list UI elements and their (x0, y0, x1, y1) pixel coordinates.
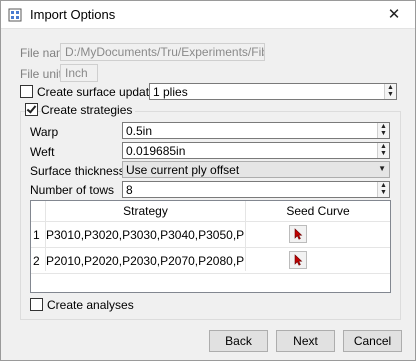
spin-up-icon[interactable]: ▲ (379, 123, 388, 130)
chevron-down-icon: ▼ (378, 164, 386, 173)
cancel-button[interactable]: Cancel (343, 330, 402, 352)
tows-label: Number of tows (30, 183, 115, 197)
import-options-dialog: Import Options ✕ File name D:/MyDocument… (0, 0, 416, 361)
spin-down-icon[interactable]: ▼ (379, 150, 388, 157)
table-row[interactable]: 2 P2010,P2020,P2030,P2070,P2080,P20... (31, 248, 390, 274)
thickness-offset-value: Use current ply offset (126, 163, 240, 177)
strategy-cell[interactable]: P3010,P3020,P3030,P3040,P3050,P30... (46, 228, 244, 242)
weft-value: 0.019685in (126, 144, 186, 158)
spin-up-icon[interactable]: ▲ (379, 143, 388, 150)
spin-arrows[interactable]: ▲ ▼ (377, 143, 389, 158)
spin-arrows[interactable]: ▲ ▼ (377, 182, 389, 197)
spin-up-icon[interactable]: ▲ (386, 84, 395, 91)
column-header-strategy[interactable]: Strategy (46, 204, 245, 218)
strategy-table: Strategy Seed Curve 1 P3010,P3020,P3030,… (30, 200, 391, 293)
window-title: Import Options (30, 7, 116, 22)
spin-down-icon[interactable]: ▼ (379, 189, 388, 196)
spin-arrows[interactable]: ▲ ▼ (377, 123, 389, 138)
create-strategies-checkbox[interactable] (25, 103, 38, 116)
title-bar: Import Options ✕ (1, 1, 415, 29)
tows-spinbox[interactable]: 8 ▲ ▼ (122, 181, 390, 198)
surface-update-value: 1 plies (153, 85, 188, 99)
file-units-field: Inch (60, 64, 98, 82)
column-header-seed-curve[interactable]: Seed Curve (246, 204, 390, 218)
table-header: Strategy Seed Curve (31, 201, 390, 222)
warp-label: Warp (30, 125, 59, 139)
spin-down-icon[interactable]: ▼ (379, 130, 388, 137)
row-number: 1 (33, 228, 40, 242)
spin-arrows[interactable]: ▲ ▼ (384, 84, 396, 99)
spin-up-icon[interactable]: ▲ (379, 182, 388, 189)
spin-down-icon[interactable]: ▼ (386, 91, 395, 98)
weft-label: Weft (30, 145, 55, 159)
seed-curve-pick-button[interactable] (289, 251, 307, 269)
checkmark-icon (26, 103, 37, 114)
thickness-offset-combo[interactable]: Use current ply offset ▼ (122, 161, 390, 178)
cursor-arrow-icon (294, 254, 303, 266)
tows-value: 8 (126, 183, 133, 197)
row-number: 2 (33, 254, 40, 268)
cursor-arrow-icon (294, 228, 303, 240)
app-icon (8, 8, 22, 22)
next-button[interactable]: Next (276, 330, 335, 352)
create-analyses-label: Create analyses (47, 298, 134, 312)
create-strategies-label: Create strategies (41, 103, 136, 117)
create-analyses-checkbox[interactable] (30, 298, 43, 311)
warp-spinbox[interactable]: 0.5in ▲ ▼ (122, 122, 390, 139)
close-icon[interactable]: ✕ (385, 6, 403, 24)
seed-curve-pick-button[interactable] (289, 225, 307, 243)
weft-spinbox[interactable]: 0.019685in ▲ ▼ (122, 142, 390, 159)
file-name-field: D:/MyDocuments/Tru/Experiments/FibersimF… (60, 43, 265, 61)
table-row[interactable]: 1 P3010,P3020,P3030,P3040,P3050,P30... (31, 222, 390, 248)
strategy-cell[interactable]: P2010,P2020,P2030,P2070,P2080,P20... (46, 254, 244, 268)
back-button[interactable]: Back (209, 330, 268, 352)
surface-update-checkbox[interactable] (20, 85, 33, 98)
surface-update-spinbox[interactable]: 1 plies ▲ ▼ (149, 83, 397, 100)
warp-value: 0.5in (126, 124, 153, 138)
